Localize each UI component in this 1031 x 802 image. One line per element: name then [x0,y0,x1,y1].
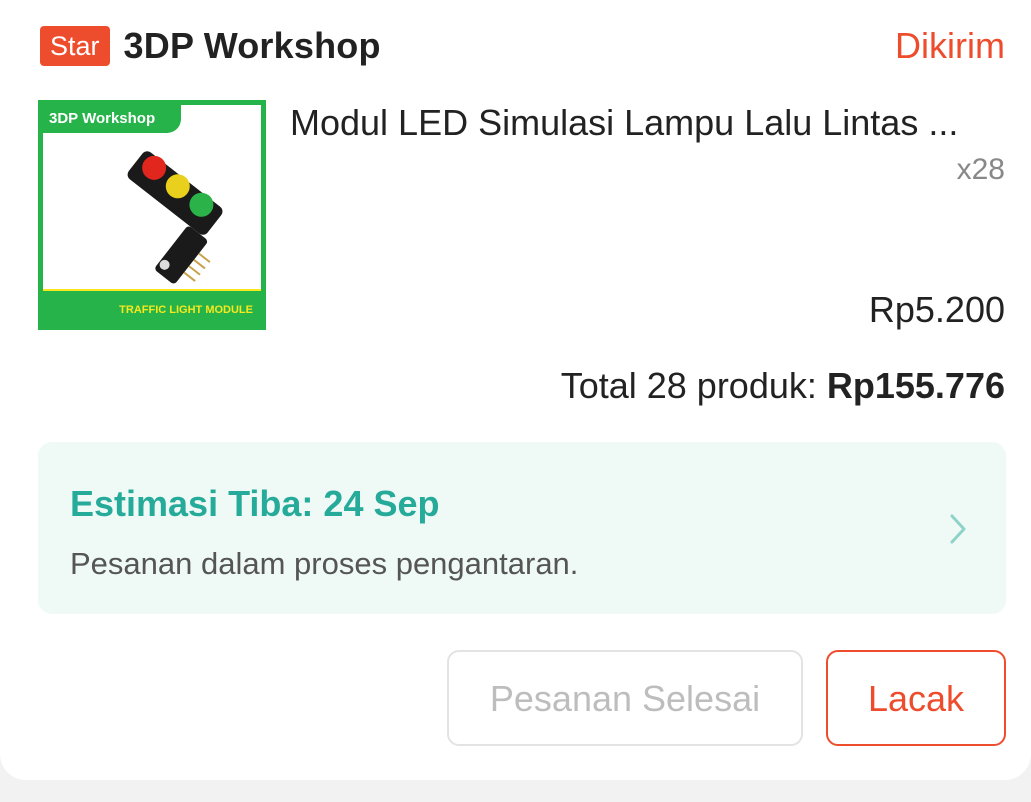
order-total: Total 28 produk: Rp155.776 [561,364,1005,408]
estimated-arrival: Estimasi Tiba: 24 Sep [70,483,440,524]
total-label: Total 28 produk: [560,365,827,406]
product-name[interactable]: Modul LED Simulasi Lampu Lalu Lintas ... [290,100,958,146]
shipping-info-panel[interactable]: Estimasi Tiba: 24 Sep Pesanan dalam pros… [38,442,1006,614]
thumbnail-frame: 3DP Workshop TRAFFIC LIGHT MODULE [43,105,261,325]
star-badge: Star [40,26,110,66]
product-quantity: x28 [956,153,1005,186]
shop-header[interactable]: Star 3DP Workshop [40,24,381,68]
order-status: Dikirim [895,25,1005,66]
traffic-light-module-image [127,151,223,284]
total-amount: Rp155.776 [826,365,1005,406]
thumbnail-product-label: TRAFFIC LIGHT MODULE [119,304,253,316]
order-completed-button[interactable]: Pesanan Selesai [447,650,803,746]
order-card[interactable]: Star 3DP Workshop Dikirim 3DP Workshop T… [0,0,1031,780]
track-button[interactable]: Lacak [826,650,1006,746]
product-price: Rp5.200 [868,289,1005,330]
shipping-status-text: Pesanan dalam proses pengantaran. [70,546,579,581]
thumbnail-brand-label: 3DP Workshop [43,105,181,133]
shop-name[interactable]: 3DP Workshop [124,25,381,67]
chevron-right-icon[interactable] [946,512,970,546]
product-thumbnail[interactable]: 3DP Workshop TRAFFIC LIGHT MODULE [38,100,266,330]
